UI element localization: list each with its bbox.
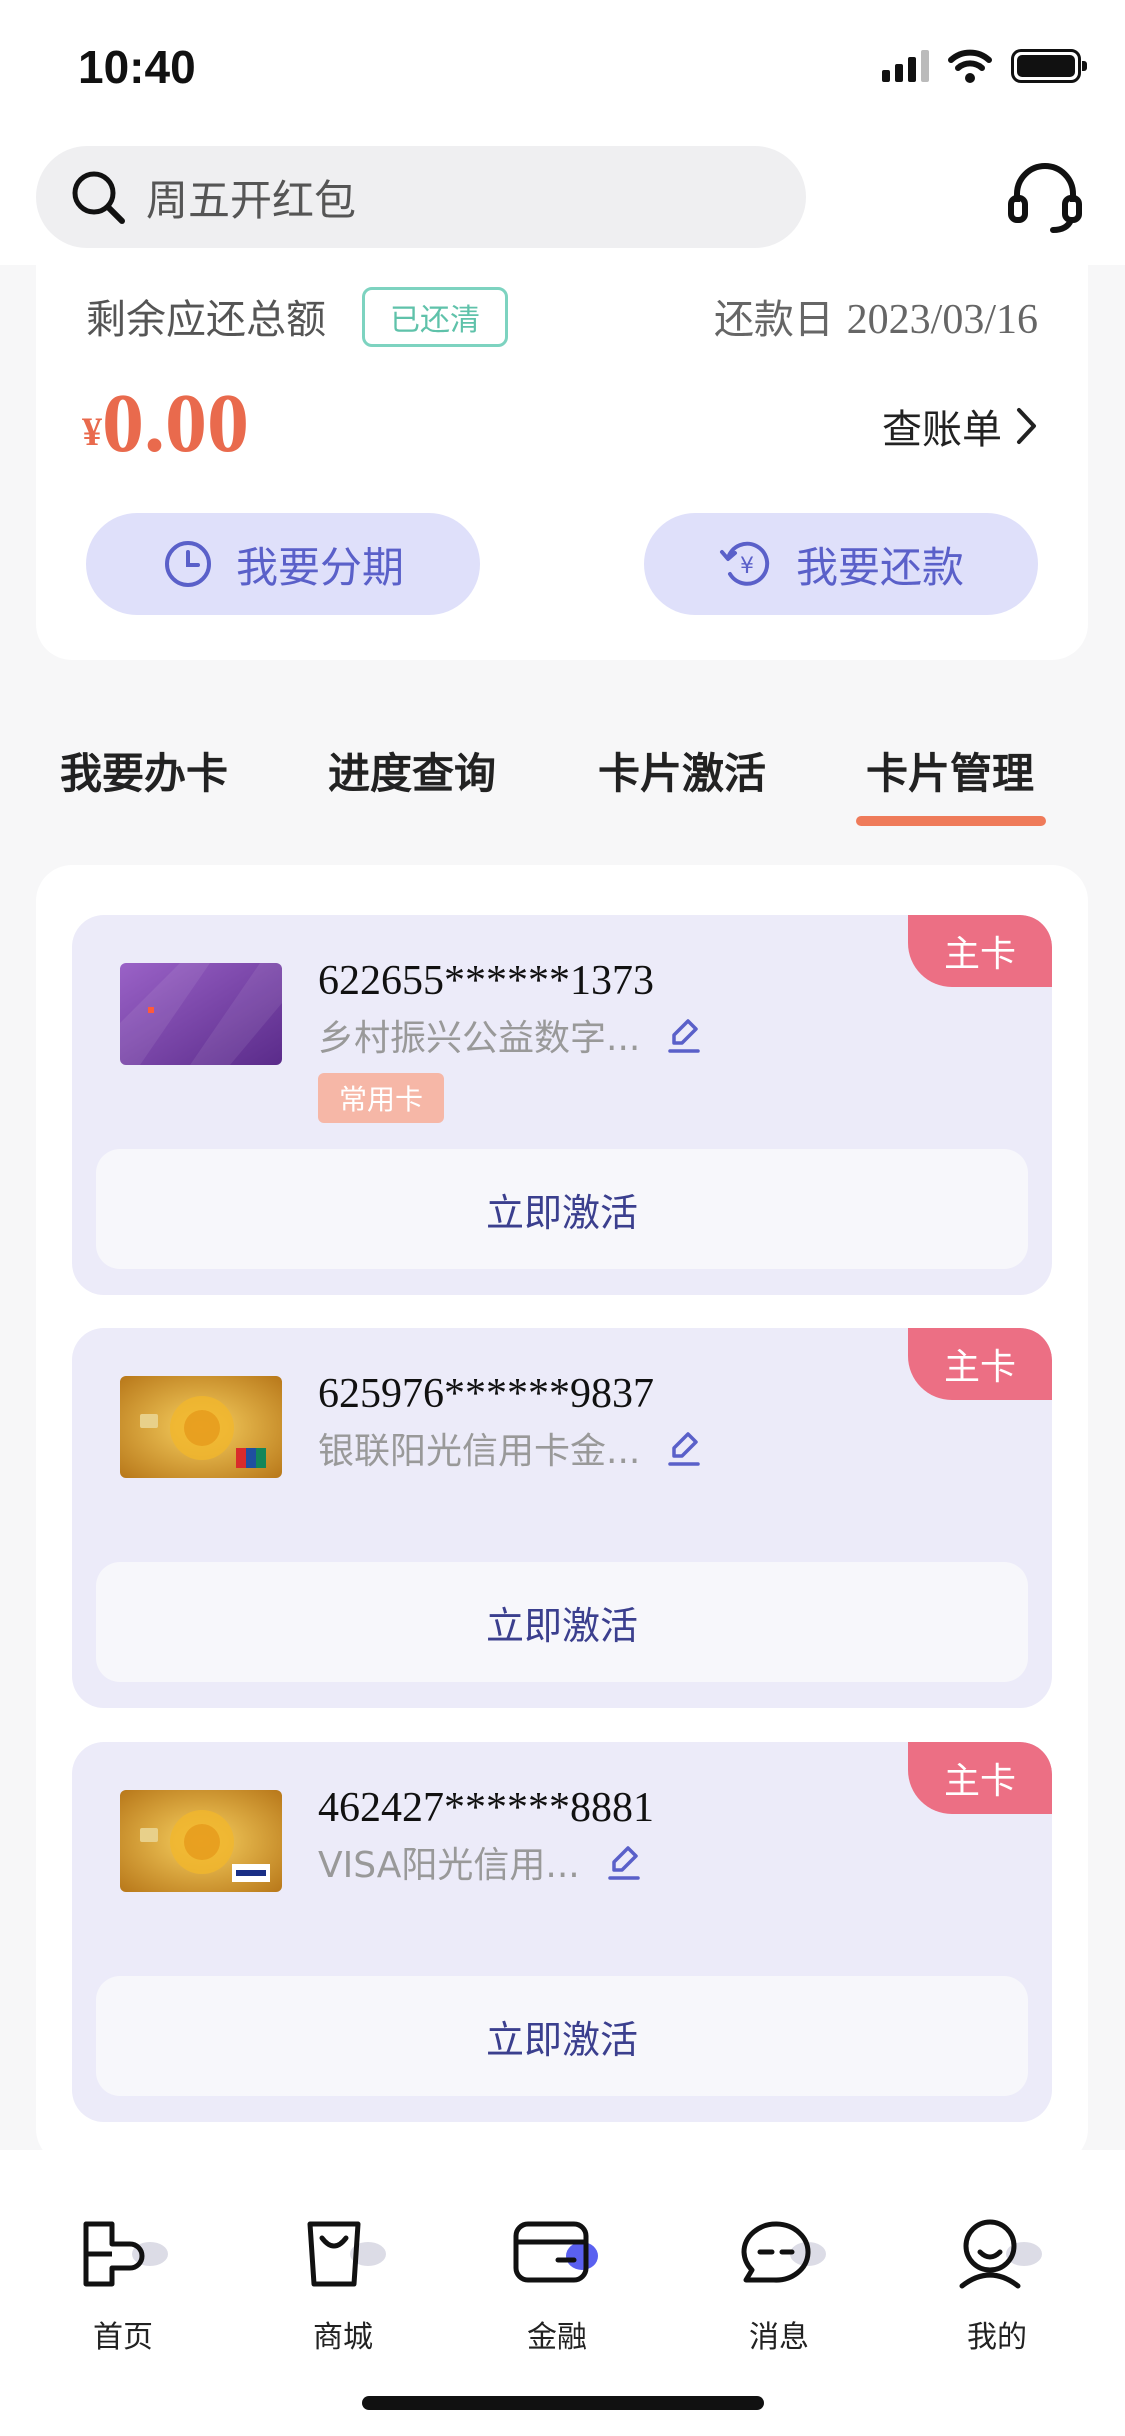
- nav-profile[interactable]: 我的: [932, 2214, 1062, 2356]
- card-name-text: VISA阳光信用...: [318, 1845, 580, 1886]
- repay-button[interactable]: ¥ 我要还款: [644, 513, 1038, 615]
- due-date-label: 还款日: [713, 297, 834, 343]
- activate-button[interactable]: 立即激活: [96, 1149, 1028, 1269]
- wallet-icon: [513, 2221, 598, 2283]
- bottom-nav: 首页 商城 金融 消息 我的: [0, 2150, 1125, 2436]
- due-date: 还款日 2023/03/16: [714, 287, 1038, 345]
- battery-icon: [1011, 49, 1087, 83]
- card-name: 乡村振兴公益数字...: [318, 1009, 702, 1061]
- due-date-value: 2023/03/16: [846, 297, 1038, 343]
- currency-symbol: ¥: [82, 409, 102, 454]
- statement-link[interactable]: 查账单: [882, 397, 1038, 455]
- card-name-text: 银联阳光信用卡金...: [318, 1431, 641, 1472]
- search-icon: [72, 171, 125, 224]
- tab-activate[interactable]: 卡片激活: [598, 740, 766, 801]
- clock-icon: [164, 541, 211, 587]
- card-image: [120, 1790, 282, 1892]
- card-number: 462427******8881: [318, 1785, 654, 1831]
- nav-label: 消息: [749, 2320, 809, 2355]
- installment-label: 我要分期: [235, 542, 404, 592]
- nav-finance[interactable]: 金融: [492, 2214, 622, 2356]
- home-indicator: [362, 2396, 764, 2410]
- card-number: 622655******1373: [318, 958, 654, 1004]
- search-input[interactable]: 周五开红包: [36, 146, 806, 248]
- main-card-badge: 主卡: [908, 1742, 1052, 1814]
- tab-progress[interactable]: 进度查询: [328, 740, 496, 801]
- customer-service-icon[interactable]: [1005, 158, 1085, 238]
- main-card-badge: 主卡: [908, 915, 1052, 987]
- activate-button[interactable]: 立即激活: [96, 1976, 1028, 2096]
- card-number: 625976******9837: [318, 1371, 654, 1417]
- svg-text:¥: ¥: [740, 554, 754, 579]
- card-name: VISA阳光信用...: [318, 1836, 642, 1888]
- card-name: 银联阳光信用卡金...: [318, 1422, 702, 1474]
- installment-button[interactable]: 我要分期: [86, 513, 480, 615]
- nav-label: 我的: [967, 2320, 1027, 2355]
- status-icons: [882, 48, 1087, 84]
- tab-apply-card[interactable]: 我要办卡: [60, 740, 228, 801]
- nav-label: 商城: [313, 2320, 373, 2355]
- search-placeholder: 周五开红包: [146, 175, 357, 225]
- nav-messages[interactable]: 消息: [714, 2214, 844, 2356]
- shop-icon: [307, 2221, 386, 2287]
- card-item[interactable]: 主卡 622655******1373 乡村振兴公益数字... 常用卡 立即激活: [72, 915, 1052, 1295]
- repay-icon: ¥: [719, 541, 770, 586]
- tab-card-management[interactable]: 卡片管理: [866, 740, 1034, 801]
- profile-icon: [959, 2219, 1042, 2289]
- message-icon: [741, 2221, 826, 2283]
- nav-shop[interactable]: 商城: [278, 2214, 408, 2356]
- amount-value: 0.00: [102, 377, 249, 470]
- nav-home[interactable]: 首页: [58, 2214, 188, 2356]
- card-name-text: 乡村振兴公益数字...: [318, 1018, 641, 1059]
- edit-icon[interactable]: [666, 1015, 702, 1055]
- tab-active-indicator: [856, 816, 1046, 826]
- edit-icon[interactable]: [606, 1842, 642, 1882]
- signal-icon: [882, 50, 929, 82]
- card-image: [120, 1376, 282, 1478]
- status-time: 10:40: [78, 41, 196, 93]
- chevron-right-icon: [1017, 408, 1036, 444]
- status-badge: 已还清: [362, 287, 508, 347]
- common-card-tag: 常用卡: [318, 1073, 444, 1123]
- edit-icon[interactable]: [666, 1428, 702, 1468]
- statement-label: 查账单: [882, 407, 1002, 453]
- bill-summary-card: 剩余应还总额 已还清 还款日 2023/03/16 ¥0.00 查账单 我要分期…: [36, 265, 1088, 660]
- main-card-badge: 主卡: [908, 1328, 1052, 1400]
- nav-label: 金融: [527, 2320, 587, 2355]
- amount: ¥0.00: [82, 375, 249, 472]
- remaining-amount-label: 剩余应还总额: [86, 297, 326, 343]
- card-image: [120, 963, 282, 1065]
- home-icon: [83, 2221, 168, 2287]
- card-item[interactable]: 主卡 625976******9837 银联阳光信用卡金... 立即激活: [72, 1328, 1052, 1708]
- header: 周五开红包: [0, 130, 1125, 265]
- status-bar: 10:40: [0, 0, 1125, 130]
- repay-label: 我要还款: [795, 542, 964, 592]
- card-item[interactable]: 主卡 462427******8881 VISA阳光信用... 立即激活: [72, 1742, 1052, 2122]
- activate-button[interactable]: 立即激活: [96, 1562, 1028, 1682]
- wifi-icon: [948, 49, 992, 83]
- nav-label: 首页: [93, 2320, 153, 2355]
